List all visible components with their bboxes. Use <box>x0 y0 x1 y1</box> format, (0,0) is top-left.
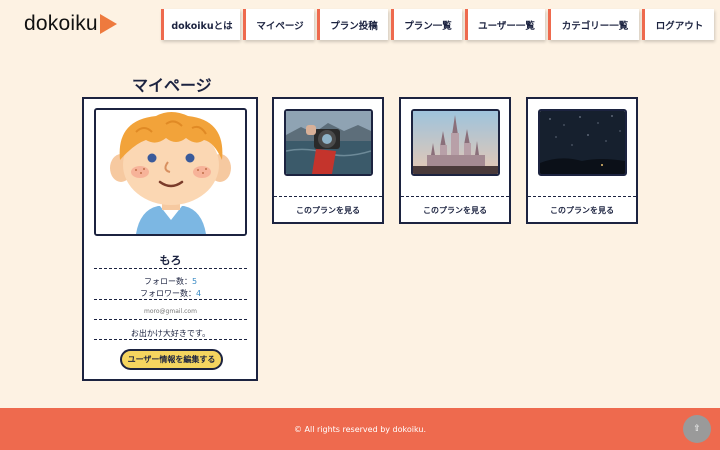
plan-image-castle[interactable] <box>411 109 500 176</box>
follow-label: フォロー数： <box>143 277 192 286</box>
nav-label: ユーザー一覧 <box>478 20 535 32</box>
profile-card: もろ フォロー数：5 フォロワー数：4 moro@gmail.com お出かけ大… <box>82 97 258 381</box>
nav-item-category-list[interactable]: カテゴリー一覧 <box>548 9 639 40</box>
plan-card: このプランを見る <box>399 97 511 224</box>
up-arrow-icon: ⇧ <box>693 424 701 434</box>
divider <box>401 196 509 197</box>
nav-label: ログアウト <box>655 20 704 32</box>
divider <box>94 319 247 320</box>
nav-item-post-plan[interactable]: プラン投稿 <box>317 9 388 40</box>
avatar <box>94 108 247 236</box>
nav-item-user-list[interactable]: ユーザー一覧 <box>465 9 545 40</box>
follower-count: 4 <box>195 289 202 298</box>
logo-play-icon <box>99 14 117 34</box>
follower-label: フォロワー数： <box>139 289 196 298</box>
logo[interactable]: dokoiku <box>24 12 117 36</box>
view-plan-link[interactable]: このプランを見る <box>528 205 636 216</box>
nav-item-about[interactable]: dokoikuとは <box>161 9 240 40</box>
nav-label: カテゴリー一覧 <box>561 20 629 32</box>
nav-label: マイページ <box>256 20 304 32</box>
footer: © All rights reserved by dokoiku. <box>0 408 720 450</box>
profile-bio: お出かけ大好きです。 <box>130 329 211 338</box>
divider <box>94 339 247 340</box>
divider <box>274 196 382 197</box>
view-plan-link[interactable]: このプランを見る <box>401 205 509 216</box>
nav-label: プラン投稿 <box>330 20 378 32</box>
edit-profile-button[interactable]: ユーザー情報を編集する <box>120 349 223 370</box>
divider <box>94 299 247 300</box>
view-plan-link[interactable]: このプランを見る <box>274 205 382 216</box>
follower-count-line[interactable]: フォロワー数：4 <box>94 288 247 299</box>
nav-label: dokoikuとは <box>171 20 233 32</box>
profile-name: もろ <box>159 254 182 267</box>
nav-item-plan-list[interactable]: プラン一覧 <box>391 9 462 40</box>
copyright-text: © All rights reserved by dokoiku. <box>294 424 426 434</box>
main-nav: dokoikuとは マイページ プラン投稿 プラン一覧 ユーザー一覧 カテゴリー… <box>161 9 714 40</box>
plan-card: このプランを見る <box>526 97 638 224</box>
follow-count: 5 <box>191 277 198 286</box>
logo-text: dokoiku <box>24 12 98 35</box>
boy-avatar-illustration <box>96 110 245 234</box>
header: dokoiku dokoikuとは マイページ プラン投稿 プラン一覧 ユーザー… <box>0 0 720 48</box>
divider <box>94 268 247 269</box>
follow-count-line[interactable]: フォロー数：5 <box>94 276 247 287</box>
nav-label: プラン一覧 <box>404 20 452 32</box>
plan-image-camera-lake[interactable] <box>284 109 373 176</box>
plan-image-night-sky[interactable] <box>538 109 627 176</box>
nav-item-logout[interactable]: ログアウト <box>642 9 714 40</box>
divider <box>528 196 636 197</box>
plan-card: このプランを見る <box>272 97 384 224</box>
scroll-top-button[interactable]: ⇧ <box>683 415 711 443</box>
page-title: マイページ <box>132 76 212 95</box>
nav-item-mypage[interactable]: マイページ <box>243 9 314 40</box>
profile-email: moro@gmail.com <box>144 308 197 315</box>
